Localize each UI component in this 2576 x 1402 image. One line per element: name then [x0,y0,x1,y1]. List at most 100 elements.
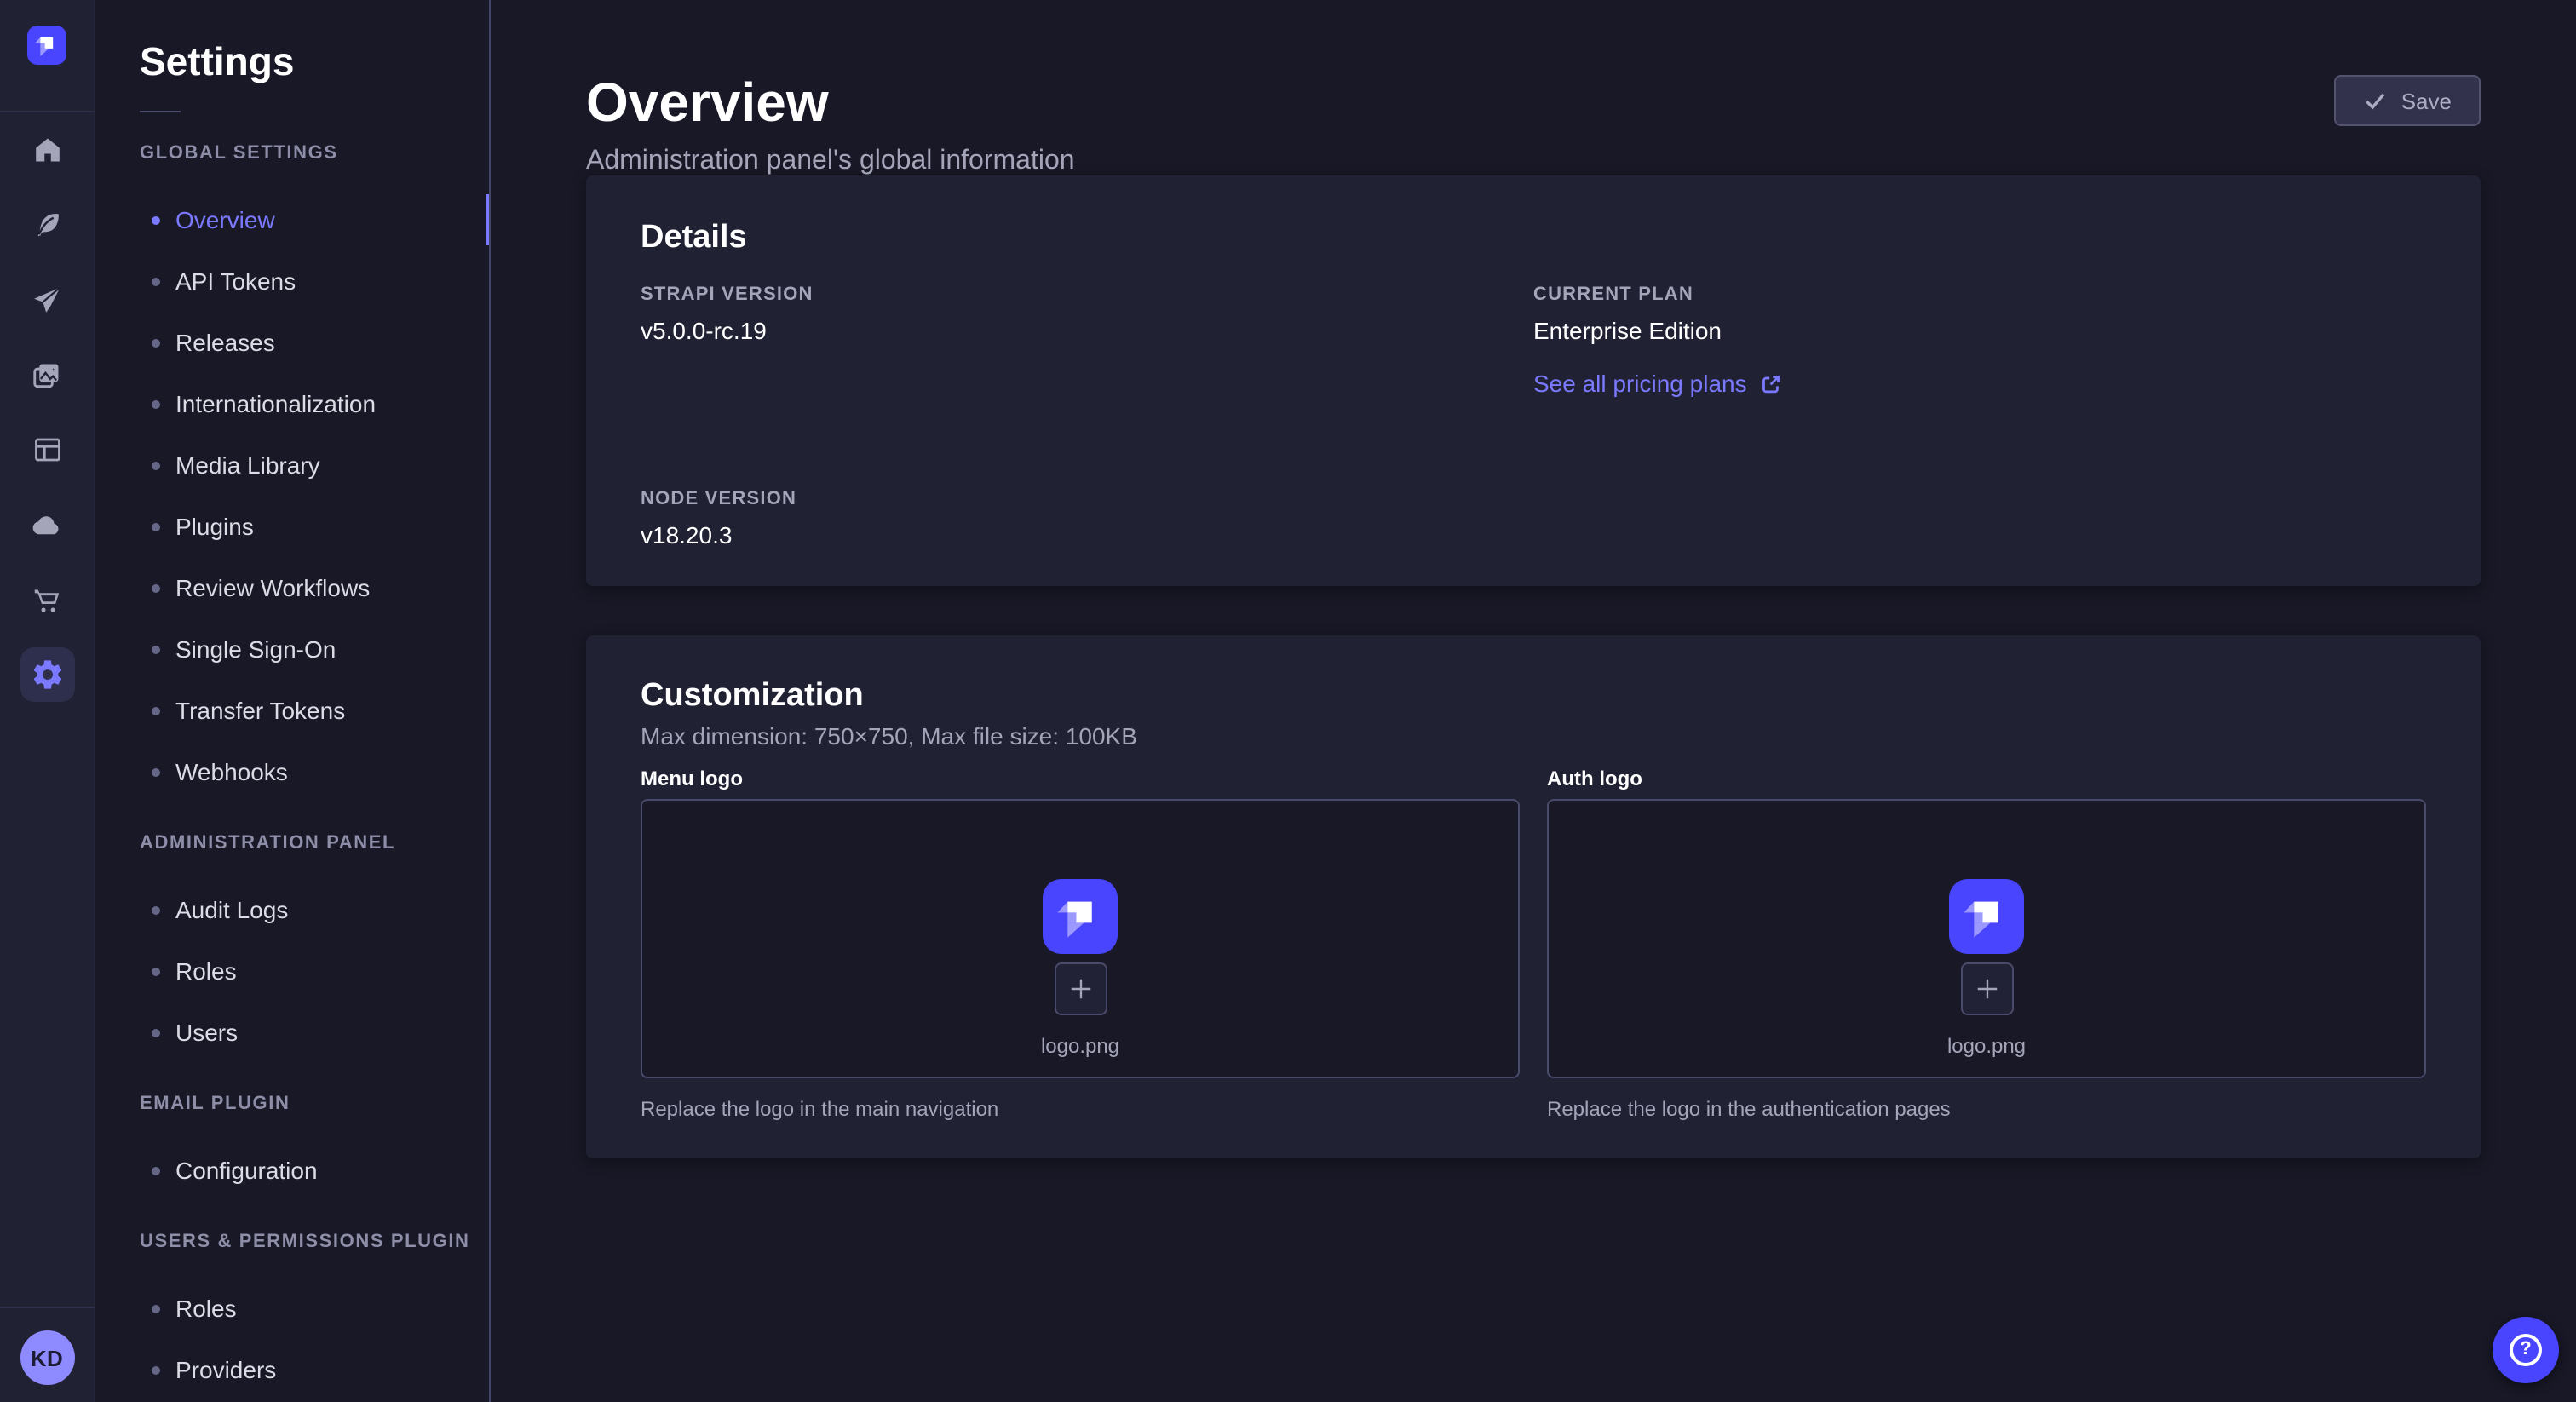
settings-subnav: Settings GLOBAL SETTINGS Overview API To… [95,0,491,1402]
details-card: Details STRAPI VERSION v5.0.0-rc.19 CURR… [586,175,2481,586]
strapi-version-field: STRAPI VERSION v5.0.0-rc.19 [641,284,1533,399]
cloud-icon [31,509,63,541]
logo-uploads: Menu logo logo.png Replace the logo in t… [641,767,2426,1123]
field-value: v18.20.3 [641,520,1533,550]
section-header: EMAIL PLUGIN [140,1094,489,1116]
sidebar-item-single-sign-on[interactable]: Single Sign-On [95,618,489,680]
auth-logo-hint: Replace the logo in the authentication p… [1547,1097,2426,1123]
gear-icon [30,658,64,692]
bullet-icon [152,967,160,975]
menu-logo-label: Menu logo [641,767,1520,792]
sidebar-item-admin-users[interactable]: Users [95,1002,489,1063]
sidebar-item-plugins[interactable]: Plugins [95,496,489,557]
bullet-icon [152,522,160,531]
sidebar-item-media-library[interactable]: Media Library [95,434,489,496]
logo-filename: logo.png [1041,1032,1119,1060]
sidebar-item-settings[interactable] [0,637,95,712]
check-icon [2364,89,2388,112]
external-link-icon [1761,372,1783,394]
sidebar-item-audit-logs[interactable]: Audit Logs [95,879,489,940]
settings-active-pill [20,647,74,702]
save-button[interactable]: Save [2335,75,2481,126]
pricing-plans-link[interactable]: See all pricing plans [1533,368,1783,399]
sidebar-item-webhooks[interactable]: Webhooks [95,741,489,802]
bullet-icon [152,583,160,592]
details-grid: STRAPI VERSION v5.0.0-rc.19 CURRENT PLAN… [641,284,2426,550]
field-value: Enterprise Edition [1533,315,2426,346]
question-mark-icon: ? [2510,1334,2542,1366]
paper-plane-icon [31,284,63,316]
subnav-section-email-plugin: EMAIL PLUGIN Configuration [95,1094,489,1201]
sidebar-item-up-providers[interactable]: Providers [95,1339,489,1400]
bullet-icon [152,645,160,653]
auth-logo-dropzone[interactable]: logo.png [1547,799,2426,1078]
cart-icon [31,583,63,616]
details-title: Details [641,220,2426,257]
app-window: KD Settings GLOBAL SETTINGS Overview API… [0,0,2576,1402]
sidebar-item-home[interactable] [0,112,95,187]
sidebar-item-media-library[interactable] [0,337,95,412]
sidebar-item-overview[interactable]: Overview [95,189,489,250]
subnav-section-admin-panel: ADMINISTRATION PANEL Audit Logs Roles Us… [95,833,489,1063]
sidebar-item-cloud[interactable] [0,487,95,562]
sidebar-item-content[interactable] [0,187,95,262]
field-label: STRAPI VERSION [641,284,1533,307]
sidebar-item-layout[interactable] [0,412,95,487]
bullet-icon [152,706,160,715]
sidebar-item-review-workflows[interactable]: Review Workflows [95,557,489,618]
plus-icon [1069,978,1091,1000]
field-label: NODE VERSION [641,489,1533,511]
logo-filename: logo.png [1947,1032,2026,1060]
feather-icon [32,210,62,240]
bullet-icon [152,215,160,224]
images-icon [31,359,63,391]
bullet-icon [152,1304,160,1313]
menu-logo-upload: Menu logo logo.png Replace the logo in t… [641,767,1520,1123]
page-header: Overview Administration panel's global i… [586,0,2481,175]
field-value: v5.0.0-rc.19 [641,315,1533,346]
field-label: CURRENT PLAN [1533,284,2426,307]
subnav-section-users-permissions: USERS & PERMISSIONS PLUGIN Roles Provide… [95,1232,489,1400]
strapi-logo-icon [1949,879,2024,954]
bullet-icon [152,1365,160,1374]
auth-logo-upload: Auth logo logo.png Replace the logo in t… [1547,767,2426,1123]
layout-icon [32,434,62,465]
strapi-logo-icon [1043,879,1118,954]
rail-items [0,112,95,712]
sidebar-item-up-roles[interactable]: Roles [95,1278,489,1339]
sidebar-item-transfer-tokens[interactable]: Transfer Tokens [95,680,489,741]
auth-logo-label: Auth logo [1547,767,2426,792]
add-logo-button[interactable] [1960,962,2013,1015]
customization-title: Customization [641,678,2426,715]
section-header: USERS & PERMISSIONS PLUGIN [140,1232,489,1254]
add-logo-button[interactable] [1054,962,1107,1015]
home-icon [32,135,62,165]
help-button[interactable]: ? [2493,1317,2559,1383]
strapi-logo-icon[interactable] [27,26,66,65]
bullet-icon [152,338,160,347]
sidebar-item-releases[interactable] [0,262,95,337]
main-nav-rail: KD [0,0,95,1402]
sidebar-item-api-tokens[interactable]: API Tokens [95,250,489,312]
bullet-icon [152,905,160,914]
page-title: Overview [586,68,2481,136]
sidebar-item-releases[interactable]: Releases [95,312,489,373]
menu-logo-dropzone[interactable]: logo.png [641,799,1520,1078]
sidebar-item-email-configuration[interactable]: Configuration [95,1140,489,1201]
menu-logo-hint: Replace the logo in the main navigation [641,1097,1520,1123]
sidebar-item-marketplace[interactable] [0,562,95,637]
sidebar-item-internationalization[interactable]: Internationalization [95,373,489,434]
sidebar-item-admin-roles[interactable]: Roles [95,940,489,1002]
section-header: ADMINISTRATION PANEL [140,833,489,855]
bullet-icon [152,767,160,776]
avatar[interactable]: KD [20,1330,74,1385]
customization-subtitle: Max dimension: 750×750, Max file size: 1… [641,722,2426,750]
node-version-field: NODE VERSION v18.20.3 [641,489,1533,550]
bullet-icon [152,1166,160,1175]
customization-card: Customization Max dimension: 750×750, Ma… [586,635,2481,1158]
plus-icon [1975,978,1998,1000]
bullet-icon [152,277,160,285]
bullet-icon [152,1028,160,1037]
subnav-title-rule [140,111,181,112]
bullet-icon [152,461,160,469]
